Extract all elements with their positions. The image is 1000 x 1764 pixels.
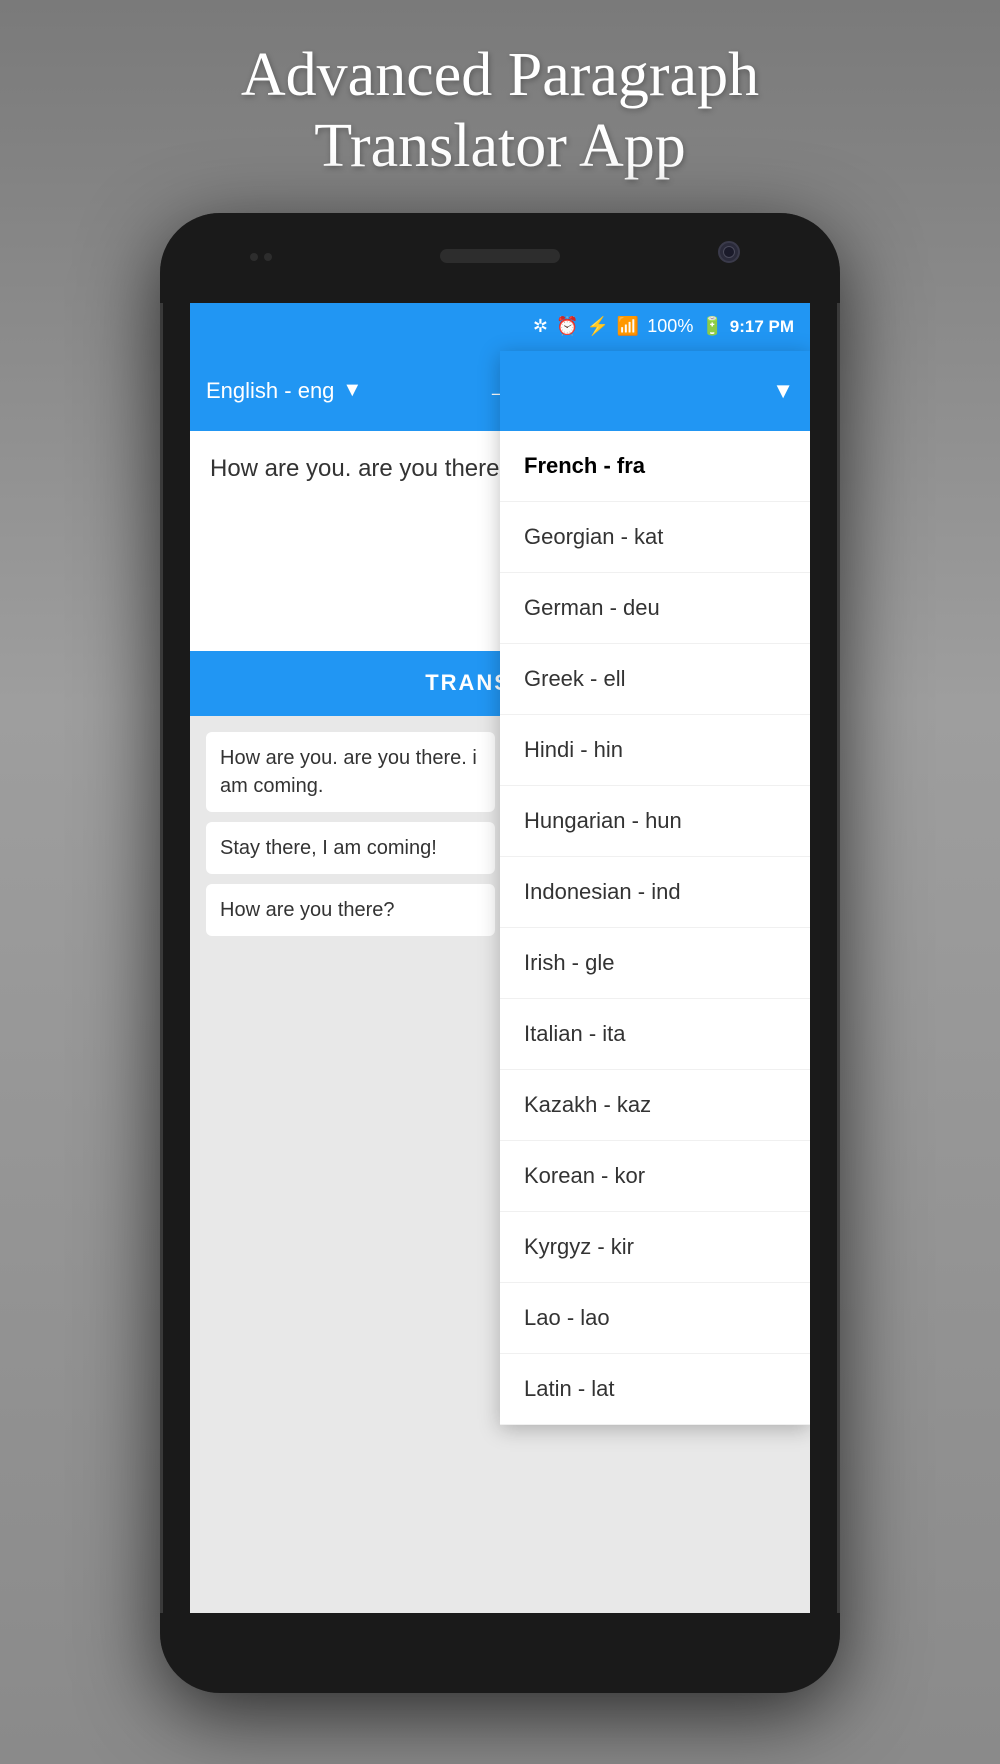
dropdown-item-5[interactable]: Hungarian - hun [500, 786, 810, 857]
app-title: Advanced Paragraph Translator App [110, 40, 890, 183]
dropdown-header-arrow: ▼ [772, 378, 794, 404]
dropdown-item-6[interactable]: Indonesian - ind [500, 857, 810, 928]
dropdown-item-7[interactable]: Irish - gle [500, 928, 810, 999]
phone-dot-2 [264, 253, 272, 261]
phone-camera [718, 241, 740, 263]
phone-shell: ✲ ⏰ ⚡ 📶 100% 🔋 9:17 PM English - eng ▼ →… [160, 213, 840, 1693]
battery-icon: 🔋 [701, 316, 723, 337]
status-icons: ✲ ⏰ ⚡ 📶 100% 🔋 [533, 316, 724, 337]
phone-dot-1 [250, 253, 258, 261]
dropdown-item-2[interactable]: German - deu [500, 573, 810, 644]
dropdown-item-0[interactable]: French - fra [500, 431, 810, 502]
result-original-2: Stay there, I am coming! [206, 822, 495, 874]
alarm-icon: ⏰ [556, 316, 578, 337]
dropdown-item-10[interactable]: Korean - kor [500, 1141, 810, 1212]
source-lang-selector[interactable]: English - eng ▼ [206, 378, 468, 404]
phone-camera-inner [723, 246, 735, 258]
status-bar: ✲ ⏰ ⚡ 📶 100% 🔋 9:17 PM [190, 303, 810, 351]
dropdown-list: French - fra Georgian - kat German - deu… [500, 431, 810, 1425]
language-dropdown[interactable]: ▼ French - fra Georgian - kat German - d… [500, 351, 810, 1425]
dropdown-item-8[interactable]: Italian - ita [500, 999, 810, 1070]
wifi-icon: ⚡ [586, 316, 608, 337]
dropdown-item-12[interactable]: Lao - lao [500, 1283, 810, 1354]
result-original-1: How are you. are you there. i am coming. [206, 732, 495, 812]
dropdown-header: ▼ [500, 351, 810, 431]
dropdown-item-9[interactable]: Kazakh - kaz [500, 1070, 810, 1141]
phone-speaker [440, 249, 560, 263]
phone-top-bezel [160, 213, 840, 303]
dropdown-item-11[interactable]: Kyrgyz - kir [500, 1212, 810, 1283]
bluetooth-icon: ✲ [533, 316, 548, 337]
source-lang-label: English - eng [206, 378, 334, 404]
result-original-3: How are you there? [206, 884, 495, 936]
status-time: 9:17 PM [730, 317, 794, 337]
dropdown-item-4[interactable]: Hindi - hin [500, 715, 810, 786]
sim-icon: 📶 [617, 316, 639, 337]
dropdown-item-3[interactable]: Greek - ell [500, 644, 810, 715]
phone-dots [250, 253, 272, 261]
phone-bottom-bezel [160, 1613, 840, 1693]
phone-screen: ✲ ⏰ ⚡ 📶 100% 🔋 9:17 PM English - eng ▼ →… [190, 303, 810, 1613]
dropdown-item-13[interactable]: Latin - lat [500, 1354, 810, 1425]
dropdown-item-1[interactable]: Georgian - kat [500, 502, 810, 573]
battery-level: 100% [647, 316, 693, 337]
source-lang-arrow: ▼ [342, 379, 362, 402]
